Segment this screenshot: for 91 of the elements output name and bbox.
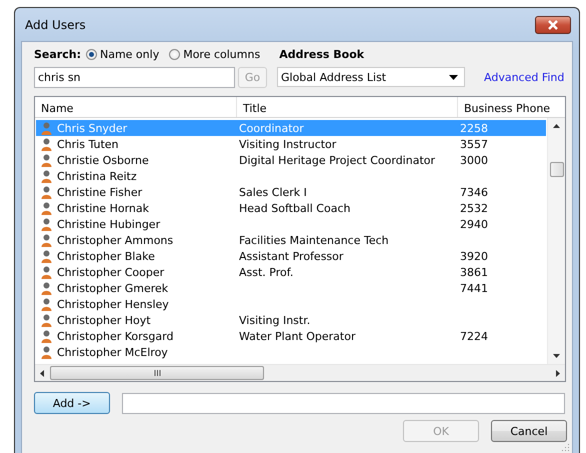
person-icon [41, 202, 52, 214]
title-cell-text: Head Softball Coach [239, 202, 352, 214]
phone-cell-text: 2258 [460, 122, 489, 134]
title-cell-text: Visiting Instr. [239, 314, 312, 326]
name-cell-text: Christopher Korsgard [57, 330, 174, 342]
name-cell-text: Christopher McElroy [57, 346, 169, 358]
name-cell-text: Christopher Blake [57, 250, 156, 262]
scroll-left-icon [40, 370, 44, 376]
vertical-scrollbar[interactable] [547, 118, 565, 364]
advanced-find-link[interactable]: Advanced Find [484, 70, 564, 84]
title-cell-text: Coordinator [239, 122, 305, 134]
phone-cell-text: 3861 [460, 266, 489, 278]
name-cell-text: Chris Tuten [57, 138, 120, 150]
radio-button[interactable]: More columns [169, 48, 260, 60]
column-header[interactable]: Name [35, 97, 237, 117]
phone-cell-text: 7346 [460, 186, 489, 198]
person-icon [41, 298, 52, 310]
phone-cell-text: 2532 [460, 202, 489, 214]
name-cell-text: Christie Osborne [57, 154, 150, 166]
radio-button[interactable]: Name only [86, 48, 160, 60]
title-cell-text: Facilities Maintenance Tech [239, 234, 390, 246]
name-cell-text: Christine Hornak [57, 202, 150, 214]
name-cell-text: Christina Reitz [57, 170, 138, 182]
list-row[interactable]: Christopher Hoyt Visiting Instr. [36, 312, 546, 328]
list-row[interactable]: Christopher Gmerek 7441 [36, 280, 546, 296]
person-icon [41, 250, 52, 262]
phone-cell-text: 3000 [460, 154, 489, 166]
list-row[interactable]: Christine Fisher Sales Clerk I 7346 [36, 184, 546, 200]
person-icon [41, 282, 52, 294]
list-row[interactable]: Christopher McElroy [36, 344, 546, 360]
horizontal-scrollbar[interactable] [35, 364, 565, 381]
name-cell-text: Christine Hubinger [57, 218, 162, 230]
phone-cell-text: 2940 [460, 218, 489, 230]
name-cell-text: Chris Snyder [57, 122, 128, 134]
list-row[interactable]: Christopher Blake Assistant Professor 3920 [36, 248, 546, 264]
search-field[interactable]: chris sn [34, 66, 235, 88]
address-book-dropdown[interactable]: Global Address List [277, 67, 465, 87]
title-cell-text: Water Plant Operator [239, 330, 356, 342]
phone-cell-text: 7224 [460, 330, 489, 342]
phone-cell-text: 3920 [460, 250, 489, 262]
person-icon [41, 346, 52, 358]
person-icon [41, 170, 52, 182]
list-row[interactable]: Christine Hornak Head Softball Coach 2532 [36, 200, 546, 216]
name-cell-text: Christopher Cooper [57, 266, 166, 278]
title-cell-text: Assistant Professor [239, 250, 344, 262]
person-icon [41, 266, 52, 278]
scroll-thumb[interactable] [550, 162, 564, 177]
resize-grip-icon [561, 443, 569, 451]
add-button[interactable]: Add -> [34, 392, 110, 414]
list-row[interactable]: Christopher Hensley [36, 296, 546, 312]
person-icon [41, 138, 52, 150]
search-label: Search: [34, 48, 81, 60]
window-title: Add Users [24, 18, 86, 32]
recipients-field[interactable] [122, 392, 565, 414]
title-cell-text: Visiting Instructor [239, 138, 338, 150]
column-header[interactable]: Title [237, 97, 458, 117]
list-row[interactable]: Christina Reitz [36, 168, 546, 184]
scroll-thumb[interactable] [50, 366, 264, 380]
phone-cell-text: 7441 [460, 282, 489, 294]
close-button[interactable] [535, 16, 571, 34]
title-cell-text: Digital Heritage Project Coordinator [239, 154, 436, 166]
dropdown-arrow-icon [449, 74, 458, 80]
person-icon [41, 154, 52, 166]
cancel-button[interactable]: Cancel [491, 420, 567, 442]
person-icon [41, 122, 52, 134]
list-row[interactable]: Christie Osborne Digital Heritage Project Coordinator 3000 [36, 152, 546, 168]
scroll-down-icon [553, 354, 560, 358]
person-icon [41, 330, 52, 342]
address-book-label: Address Book [279, 48, 364, 60]
person-icon [41, 314, 52, 326]
title-cell-text: Asst. Prof. [239, 266, 294, 278]
name-cell-text: Christopher Ammons [57, 234, 174, 246]
phone-cell-text: 3557 [460, 138, 489, 150]
scroll-right-icon [556, 370, 560, 376]
name-cell-text: Christopher Gmerek [57, 282, 170, 294]
name-cell-text: Christine Fisher [57, 186, 144, 198]
person-icon [41, 218, 52, 230]
list-row[interactable]: Christine Hubinger 2940 [36, 216, 546, 232]
list-row[interactable]: Christopher Korsgard Water Plant Operator 7224 [36, 328, 546, 344]
scroll-up-icon [553, 124, 560, 128]
name-cell-text: Christopher Hoyt [57, 314, 152, 326]
title-cell-text: Sales Clerk I [239, 186, 308, 198]
person-icon [41, 186, 52, 198]
person-icon [41, 234, 52, 246]
close-icon [546, 20, 560, 30]
list-row[interactable]: Christopher Cooper Asst. Prof. 3861 [36, 264, 546, 280]
column-header[interactable]: Business Phone [458, 97, 565, 117]
list-row[interactable]: Chris Tuten Visiting Instructor 3557 [36, 136, 546, 152]
list-row[interactable]: Christopher Ammons Facilities Maintenance Tech [36, 232, 546, 248]
grip-icon [154, 370, 160, 376]
name-cell-text: Christopher Hensley [57, 298, 170, 310]
